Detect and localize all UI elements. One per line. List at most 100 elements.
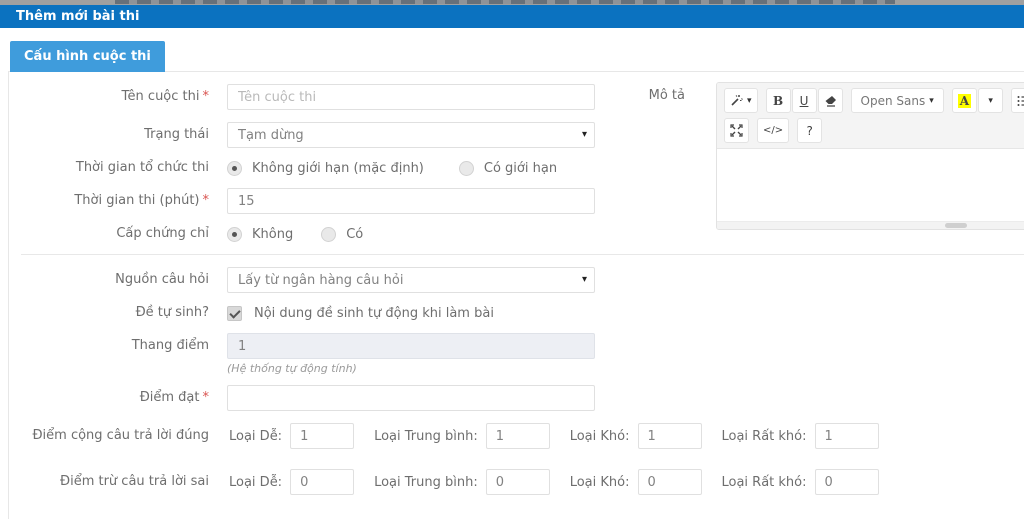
plus-points-label: Điểm cộng câu trả lời đúng	[32, 428, 209, 443]
radio-icon-unchecked	[458, 160, 474, 176]
radio-option-limited[interactable]: Có giới hạn	[458, 160, 557, 176]
row-auto-generate: Đề tự sinh? Nội dung đề sinh tự động khi…	[9, 305, 1024, 321]
auto-generate-checkbox[interactable]	[227, 305, 242, 321]
font-color-dropdown[interactable]: ▾	[978, 88, 1004, 113]
row-scale: Thang điểm	[9, 333, 1024, 359]
clipped-text-fragment	[115, 0, 895, 4]
time-mode-label: Thời gian tổ chức thi	[75, 160, 209, 175]
plus-easy-label: Loại Dễ:	[229, 428, 283, 444]
tab-label: Cấu hình cuộc thi	[24, 49, 151, 64]
minus-easy-input[interactable]	[290, 469, 355, 495]
question-source-select[interactable]: Lấy từ ngân hàng câu hỏi ▾	[227, 267, 595, 293]
chevron-down-icon: ▾	[929, 95, 934, 106]
editor-horizontal-scrollbar[interactable]	[717, 221, 1024, 229]
unordered-list-button[interactable]	[1011, 88, 1024, 113]
radio-icon-unchecked	[321, 226, 337, 242]
auto-generate-label: Đề tự sinh?	[135, 305, 209, 320]
plus-medium-pair: Loại Trung bình:	[374, 423, 550, 449]
bold-button[interactable]: B	[765, 88, 791, 113]
code-icon: </>	[763, 125, 784, 136]
scale-label: Thang điểm	[131, 338, 209, 353]
scale-note: (Hệ thống tự động tính)	[227, 362, 357, 375]
help-button[interactable]: ?	[797, 118, 823, 143]
chevron-down-icon: ▾	[988, 95, 993, 106]
required-asterisk: *	[202, 390, 210, 405]
plus-veryhard-label: Loại Rất khó:	[721, 428, 807, 444]
row-minus-points: Điểm trừ câu trả lời sai Loại Dễ: Loại T…	[9, 469, 1024, 495]
unordered-list-icon	[1017, 95, 1024, 106]
plus-veryhard-pair: Loại Rất khó:	[722, 423, 879, 449]
scrollbar-thumb[interactable]	[945, 223, 967, 228]
duration-input[interactable]	[227, 188, 595, 214]
description-editor: ▾ B U Open Sans ▾ A ▾ </> ?	[716, 82, 1024, 230]
chevron-down-icon: ▾	[581, 274, 587, 285]
row-pass-score: Điểm đạt *	[9, 385, 1024, 411]
row-plus-points: Điểm cộng câu trả lời đúng Loại Dễ: Loại…	[9, 423, 1024, 449]
minus-easy-pair: Loại Dễ:	[229, 469, 355, 495]
duration-label: Thời gian thi (phút) *	[74, 193, 210, 208]
clear-format-button[interactable]	[817, 88, 843, 113]
question-source-selected-value: Lấy từ ngân hàng câu hỏi	[238, 272, 404, 288]
minus-medium-pair: Loại Trung bình:	[374, 469, 550, 495]
font-family-dropdown[interactable]: Open Sans ▾	[850, 88, 944, 113]
chevron-down-icon: ▾	[581, 129, 587, 140]
description-block: Mô tả ▾ B U Open Sans ▾ A ▾ </> ?	[621, 82, 1024, 230]
section-divider	[21, 254, 1024, 255]
eraser-icon	[825, 95, 836, 107]
minus-hard-pair: Loại Khó:	[570, 469, 702, 495]
magic-wand-icon	[731, 95, 743, 106]
plus-medium-input[interactable]	[485, 423, 550, 449]
minus-veryhard-label: Loại Rất khó:	[721, 474, 807, 490]
radio-icon-checked	[227, 160, 242, 176]
pass-score-label: Điểm đạt *	[139, 390, 210, 405]
minus-hard-label: Loại Khó:	[569, 474, 630, 490]
clipped-browser-content	[0, 0, 1024, 5]
minus-easy-label: Loại Dễ:	[229, 474, 283, 490]
radio-option-certificate-yes[interactable]: Có	[321, 226, 363, 242]
scale-input	[227, 333, 595, 359]
required-asterisk: *	[202, 193, 210, 208]
fullscreen-icon	[730, 124, 743, 137]
status-label: Trạng thái	[144, 127, 209, 142]
style-dropdown-button[interactable]: ▾	[724, 88, 758, 113]
page-header: Thêm mới bài thi	[0, 5, 1024, 28]
radio-option-certificate-no[interactable]: Không	[227, 226, 293, 242]
row-question-source: Nguồn câu hỏi Lấy từ ngân hàng câu hỏi ▾	[9, 267, 1024, 293]
tab-cau-hinh-cuoc-thi[interactable]: Cấu hình cuộc thi	[10, 41, 165, 72]
minus-medium-label: Loại Trung bình:	[374, 474, 478, 490]
config-panel: Tên cuộc thi* Trạng thái Tạm dừng ▾ Thời…	[8, 71, 1024, 519]
description-editing-area[interactable]	[717, 149, 1024, 221]
status-select[interactable]: Tạm dừng ▾	[227, 122, 595, 148]
minus-veryhard-pair: Loại Rất khó:	[722, 469, 879, 495]
question-source-label: Nguồn câu hỏi	[115, 272, 209, 287]
pass-score-input[interactable]	[227, 385, 595, 411]
minus-points-label: Điểm trừ câu trả lời sai	[60, 474, 209, 489]
minus-hard-input[interactable]	[637, 469, 702, 495]
plus-hard-label: Loại Khó:	[569, 428, 630, 444]
plus-veryhard-input[interactable]	[814, 423, 879, 449]
status-selected-value: Tạm dừng	[238, 127, 304, 143]
plus-hard-input[interactable]	[637, 423, 702, 449]
description-label: Mô tả	[648, 88, 685, 103]
certificate-label: Cấp chứng chỉ	[116, 226, 209, 241]
chevron-down-icon: ▾	[747, 95, 752, 106]
plus-hard-pair: Loại Khó:	[570, 423, 702, 449]
contest-name-input[interactable]	[227, 84, 595, 110]
radio-option-unlimited[interactable]: Không giới hạn (mặc định)	[227, 160, 424, 176]
page-title: Thêm mới bài thi	[16, 9, 140, 24]
plus-easy-pair: Loại Dễ:	[229, 423, 355, 449]
font-color-button[interactable]: A	[951, 88, 978, 113]
minus-veryhard-input[interactable]	[814, 469, 879, 495]
minus-medium-input[interactable]	[485, 469, 550, 495]
code-view-button[interactable]: </>	[757, 118, 790, 143]
radio-icon-checked	[227, 226, 242, 242]
plus-medium-label: Loại Trung bình:	[374, 428, 478, 444]
fullscreen-button[interactable]	[724, 118, 749, 143]
underline-button[interactable]: U	[791, 88, 817, 113]
plus-easy-input[interactable]	[290, 423, 355, 449]
help-icon: ?	[806, 123, 813, 138]
required-asterisk: *	[202, 89, 210, 104]
contest-name-label: Tên cuộc thi *	[121, 89, 210, 104]
editor-toolbar: ▾ B U Open Sans ▾ A ▾ </> ?	[717, 83, 1024, 149]
auto-generate-checkbox-label: Nội dung đề sinh tự động khi làm bài	[254, 305, 494, 321]
